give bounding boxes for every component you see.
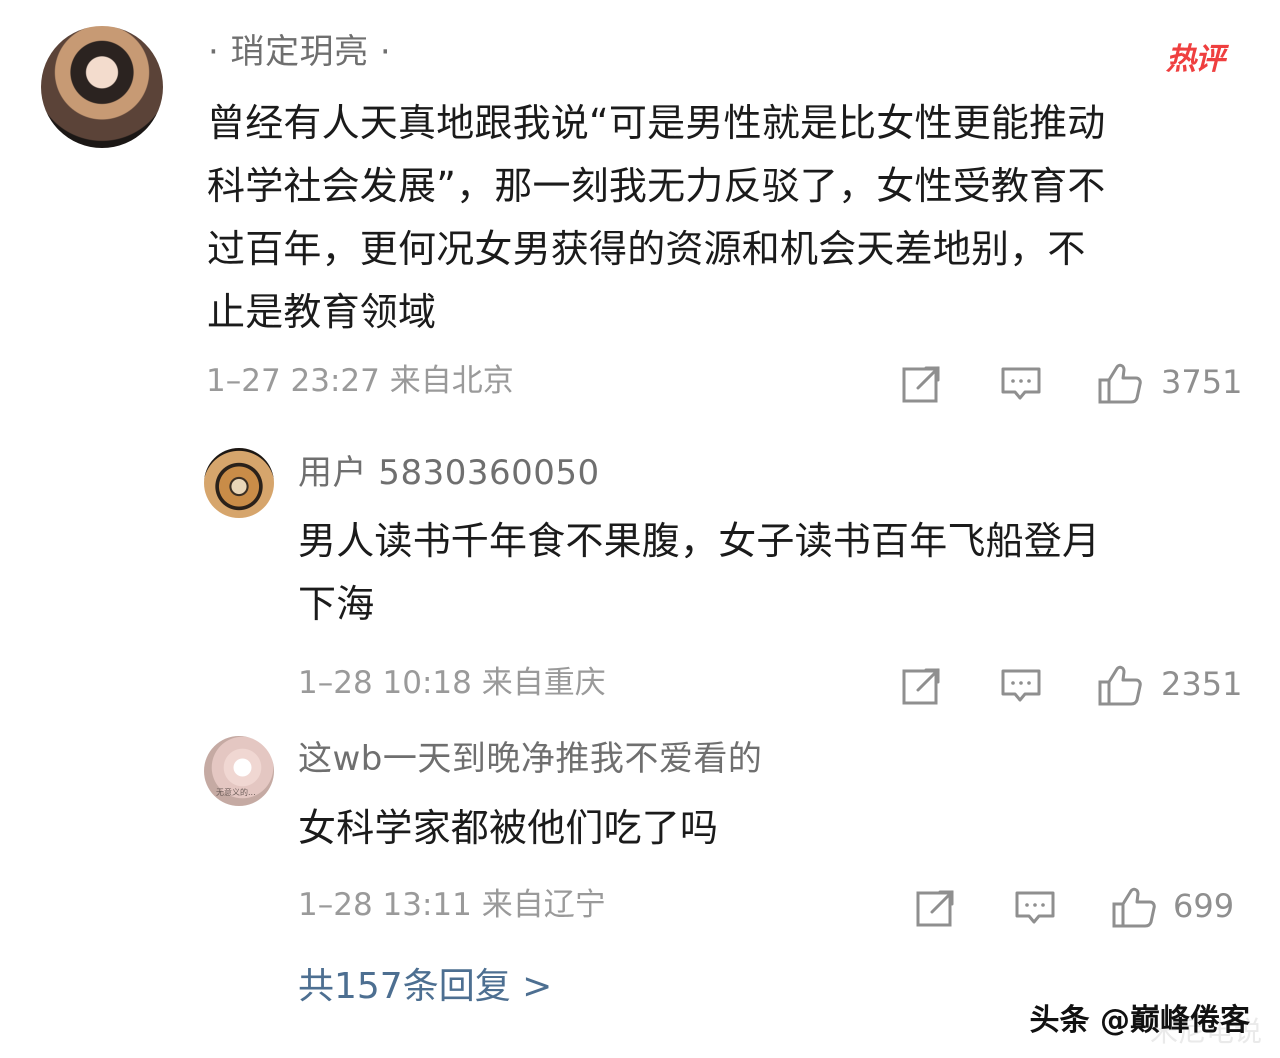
main-comment-line: 止是教育领域 bbox=[207, 290, 437, 334]
share-icon[interactable] bbox=[902, 364, 944, 404]
reply-1-username[interactable]: 用户 5830360050 bbox=[298, 454, 600, 492]
thumbs-up-icon[interactable] bbox=[1097, 361, 1143, 405]
main-like-count: 3751 bbox=[1161, 363, 1243, 401]
reply-1-line: 下海 bbox=[298, 582, 375, 626]
comment-icon[interactable] bbox=[1014, 888, 1056, 928]
comment-icon[interactable] bbox=[1000, 666, 1042, 706]
reply-1-line: 男人读书千年食不果腹，女子读书百年飞船登月 bbox=[298, 519, 1101, 563]
reply-2-username[interactable]: 这wb一天到晚净推我不爱看的 bbox=[298, 740, 762, 778]
reply-1-like-count: 2351 bbox=[1161, 665, 1243, 703]
comment-icon[interactable] bbox=[1000, 364, 1042, 404]
reply-1-text: 男人读书千年食不果腹，女子读书百年飞船登月 下海 bbox=[298, 510, 1228, 636]
main-avatar[interactable] bbox=[41, 26, 163, 148]
share-icon[interactable] bbox=[902, 666, 944, 706]
reply-2-avatar-text: 无意义的... bbox=[216, 788, 256, 797]
view-replies-link[interactable]: 共157条回复 > bbox=[298, 967, 552, 1007]
reply-1-meta: 1–28 10:18 来自重庆 bbox=[298, 665, 606, 701]
thumbs-up-icon[interactable] bbox=[1097, 663, 1143, 707]
reply-2-meta: 1–28 13:11 来自辽宁 bbox=[298, 887, 606, 923]
main-comment-line: 曾经有人天真地跟我说“可是男性就是比女性更能推动 bbox=[207, 101, 1106, 145]
main-comment-text: 曾经有人天真地跟我说“可是男性就是比女性更能推动 科学社会发展”，那一刻我无力反… bbox=[207, 92, 1247, 344]
thumbs-up-icon[interactable] bbox=[1111, 885, 1157, 929]
reply-2-line: 女科学家都被他们吃了吗 bbox=[298, 806, 719, 850]
hot-badge: 热评 bbox=[1166, 42, 1225, 77]
reply-1-avatar[interactable] bbox=[204, 448, 274, 518]
main-comment-line: 过百年，更何况女男获得的资源和机会天差地别，不 bbox=[207, 227, 1086, 271]
main-username[interactable]: · 琑定玥亮 · bbox=[208, 33, 391, 71]
reply-2-avatar[interactable]: 无意义的... bbox=[204, 736, 274, 806]
reply-2-text: 女科学家都被他们吃了吗 bbox=[298, 797, 1228, 860]
source-watermark: 头条 @巅峰倦客 bbox=[1029, 1003, 1250, 1038]
share-icon[interactable] bbox=[916, 888, 958, 928]
reply-2-like-count: 699 bbox=[1173, 887, 1235, 925]
main-comment-line: 科学社会发展”，那一刻我无力反驳了，女性受教育不 bbox=[207, 164, 1106, 208]
main-comment-meta: 1–27 23:27 来自北京 bbox=[206, 363, 514, 399]
